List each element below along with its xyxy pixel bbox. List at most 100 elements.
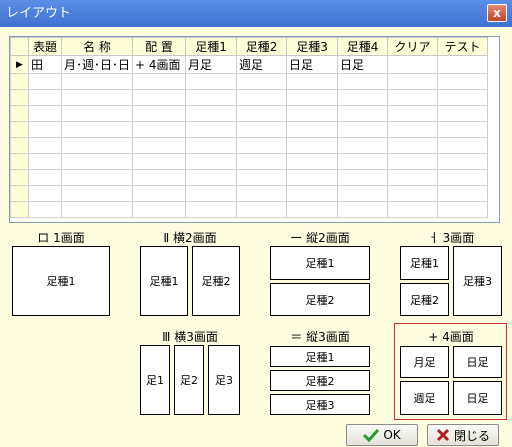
table-cell[interactable] xyxy=(387,121,439,138)
layout-grid[interactable]: 表題 名 称 配 置 足種1 足種2 足種3 足種4 クリア テスト ▶ 田月･週… xyxy=(9,36,500,223)
table-cell[interactable] xyxy=(286,73,339,90)
table-cell[interactable] xyxy=(60,89,134,106)
layout-option-vertical-2-pane-2[interactable]: 足種2 xyxy=(270,283,370,316)
table-cell[interactable]: 月･週･日･日 xyxy=(60,55,134,74)
table-cell[interactable] xyxy=(387,105,439,122)
table-cell[interactable] xyxy=(28,185,62,202)
table-cell[interactable] xyxy=(286,169,339,186)
layout-option-vertical-3-pane-3[interactable]: 足種3 xyxy=(270,394,370,415)
table-cell[interactable] xyxy=(60,105,134,122)
column-header[interactable]: 配 置 xyxy=(132,37,187,56)
table-cell[interactable] xyxy=(236,201,288,218)
table-cell[interactable] xyxy=(60,153,134,170)
table-cell[interactable] xyxy=(387,89,439,106)
table-cell[interactable] xyxy=(28,105,62,122)
table-cell[interactable] xyxy=(28,201,62,218)
table-cell[interactable] xyxy=(132,121,187,138)
table-cell[interactable] xyxy=(132,105,187,122)
table-cell[interactable] xyxy=(387,201,439,218)
column-header[interactable]: 足種1 xyxy=(185,37,238,56)
column-header[interactable]: 足種3 xyxy=(286,37,339,56)
column-header[interactable]: 足種4 xyxy=(337,37,389,56)
table-cell[interactable] xyxy=(185,169,238,186)
table-cell[interactable] xyxy=(185,153,238,170)
row-indicator[interactable] xyxy=(10,185,29,202)
table-cell[interactable] xyxy=(60,73,134,90)
table-cell[interactable] xyxy=(28,89,62,106)
layout-option-vertical-3-pane-1[interactable]: 足種1 xyxy=(270,346,370,367)
table-cell[interactable]: 月足 xyxy=(185,55,238,74)
table-cell[interactable] xyxy=(337,153,389,170)
layout-option-3-screen-pane-3[interactable]: 足種3 xyxy=(453,246,502,316)
table-cell[interactable] xyxy=(387,137,439,154)
table-cell[interactable] xyxy=(337,169,389,186)
row-indicator[interactable] xyxy=(10,73,29,90)
table-cell[interactable] xyxy=(437,89,489,106)
table-cell[interactable] xyxy=(437,55,489,74)
row-indicator[interactable] xyxy=(10,89,29,106)
layout-option-3-screen-pane-1[interactable]: 足種1 xyxy=(400,246,449,280)
table-cell[interactable] xyxy=(387,185,439,202)
column-header[interactable]: 足種2 xyxy=(236,37,288,56)
table-cell[interactable] xyxy=(185,89,238,106)
row-indicator[interactable] xyxy=(10,137,29,154)
layout-option-1-screen[interactable]: 足種1 xyxy=(12,246,110,316)
table-row[interactable] xyxy=(10,105,489,122)
table-cell[interactable] xyxy=(236,105,288,122)
table-cell[interactable] xyxy=(437,137,489,154)
table-cell[interactable] xyxy=(185,201,238,218)
table-cell[interactable] xyxy=(185,73,238,90)
table-cell[interactable] xyxy=(236,153,288,170)
layout-option-horizontal-3-pane-3[interactable]: 足3 xyxy=(208,345,240,415)
table-cell[interactable] xyxy=(60,137,134,154)
row-indicator[interactable] xyxy=(10,153,29,170)
table-row[interactable] xyxy=(10,73,489,90)
table-cell[interactable] xyxy=(286,121,339,138)
table-cell[interactable] xyxy=(132,185,187,202)
table-cell[interactable] xyxy=(236,137,288,154)
table-cell[interactable]: 日足 xyxy=(286,55,339,74)
table-cell[interactable] xyxy=(337,185,389,202)
row-indicator[interactable] xyxy=(10,121,29,138)
table-cell[interactable]: 田 xyxy=(28,55,62,74)
close-button[interactable]: 閉じる xyxy=(427,424,499,446)
table-cell[interactable] xyxy=(337,137,389,154)
table-cell[interactable] xyxy=(60,169,134,186)
row-indicator[interactable] xyxy=(10,201,29,218)
table-row[interactable] xyxy=(10,153,489,170)
table-cell[interactable] xyxy=(28,73,62,90)
table-cell[interactable] xyxy=(387,55,439,74)
column-header[interactable]: 名 称 xyxy=(60,37,134,56)
table-cell[interactable] xyxy=(185,105,238,122)
table-cell[interactable] xyxy=(132,73,187,90)
layout-option-4-screen-pane-1[interactable]: 月足 xyxy=(400,346,449,378)
table-cell[interactable] xyxy=(387,169,439,186)
layout-option-horizontal-2-pane-1[interactable]: 足種1 xyxy=(140,246,188,316)
table-cell[interactable] xyxy=(337,121,389,138)
layout-option-4-screen-pane-2[interactable]: 日足 xyxy=(453,346,502,378)
table-row[interactable] xyxy=(10,185,489,202)
layout-option-horizontal-2-pane-2[interactable]: 足種2 xyxy=(192,246,240,316)
table-cell[interactable] xyxy=(337,105,389,122)
table-cell[interactable] xyxy=(437,153,489,170)
table-cell[interactable] xyxy=(132,89,187,106)
table-cell[interactable] xyxy=(387,73,439,90)
table-cell[interactable] xyxy=(236,73,288,90)
layout-option-vertical-3-pane-2[interactable]: 足種2 xyxy=(270,370,370,391)
table-cell[interactable] xyxy=(437,201,489,218)
table-cell[interactable] xyxy=(337,89,389,106)
layout-option-3-screen-pane-2[interactable]: 足種2 xyxy=(400,283,449,316)
table-cell[interactable] xyxy=(132,153,187,170)
table-cell[interactable] xyxy=(337,73,389,90)
layout-option-4-screen-pane-4[interactable]: 日足 xyxy=(453,381,502,415)
layout-option-vertical-2-pane-1[interactable]: 足種1 xyxy=(270,246,370,280)
table-cell[interactable] xyxy=(286,201,339,218)
table-cell[interactable]: 日足 xyxy=(337,55,389,74)
table-row[interactable] xyxy=(10,121,489,138)
table-cell[interactable] xyxy=(437,105,489,122)
close-window-button[interactable]: x xyxy=(487,4,507,22)
table-cell[interactable] xyxy=(28,153,62,170)
row-indicator[interactable]: ▶ xyxy=(10,55,29,74)
table-cell[interactable] xyxy=(185,185,238,202)
table-cell[interactable] xyxy=(28,121,62,138)
